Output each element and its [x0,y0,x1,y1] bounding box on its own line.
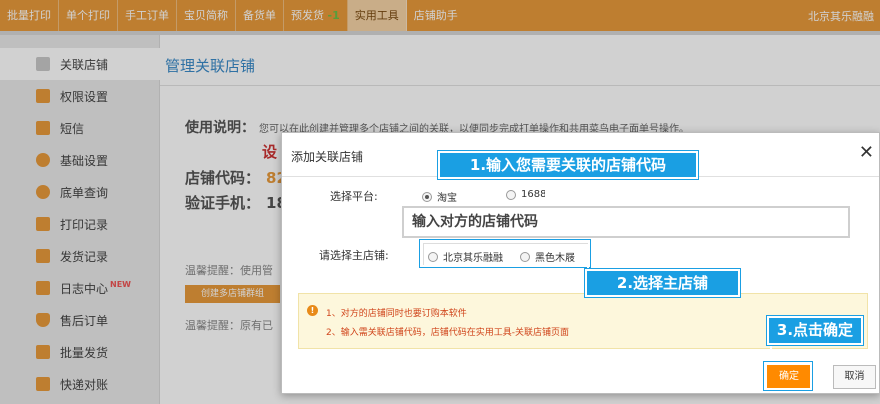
platform-radio-1688[interactable]: 1688 [506,189,546,200]
dialog-title: 添加关联店铺 [291,150,364,164]
cancel-button[interactable]: 取消 [833,365,876,389]
close-icon[interactable]: ✕ [859,143,874,163]
radio-label: 淘宝 [437,193,457,204]
main-shop-highlight [420,240,590,267]
callout-step-2: 2.选择主店铺 [585,269,740,297]
info-icon: ! [307,305,318,316]
platform-label: 选择平台: [330,190,378,203]
callout-connector-3 [770,346,772,363]
notice-line-2: 2、输入需关联店铺代码，店铺代码在实用工具-关联店铺页面 [326,328,569,338]
shop-code-input[interactable]: 输入对方的店铺代码 [402,206,850,238]
radio-label: 1688 [521,189,547,200]
radio-checked-icon [422,191,432,202]
notice-line-1: 1、对方的店铺同时也要订购本软件 [326,309,467,319]
callout-step-3: 3.点击确定 [767,316,863,345]
confirm-button-highlight [764,362,812,390]
callout-step-1: 1.输入您需要关联的店铺代码 [438,151,698,179]
main-shop-label: 请选择主店铺: [319,249,389,262]
callout-connector-1 [545,180,547,205]
platform-radio-taobao[interactable]: 淘宝 [422,189,457,204]
radio-unchecked-icon [506,189,516,200]
